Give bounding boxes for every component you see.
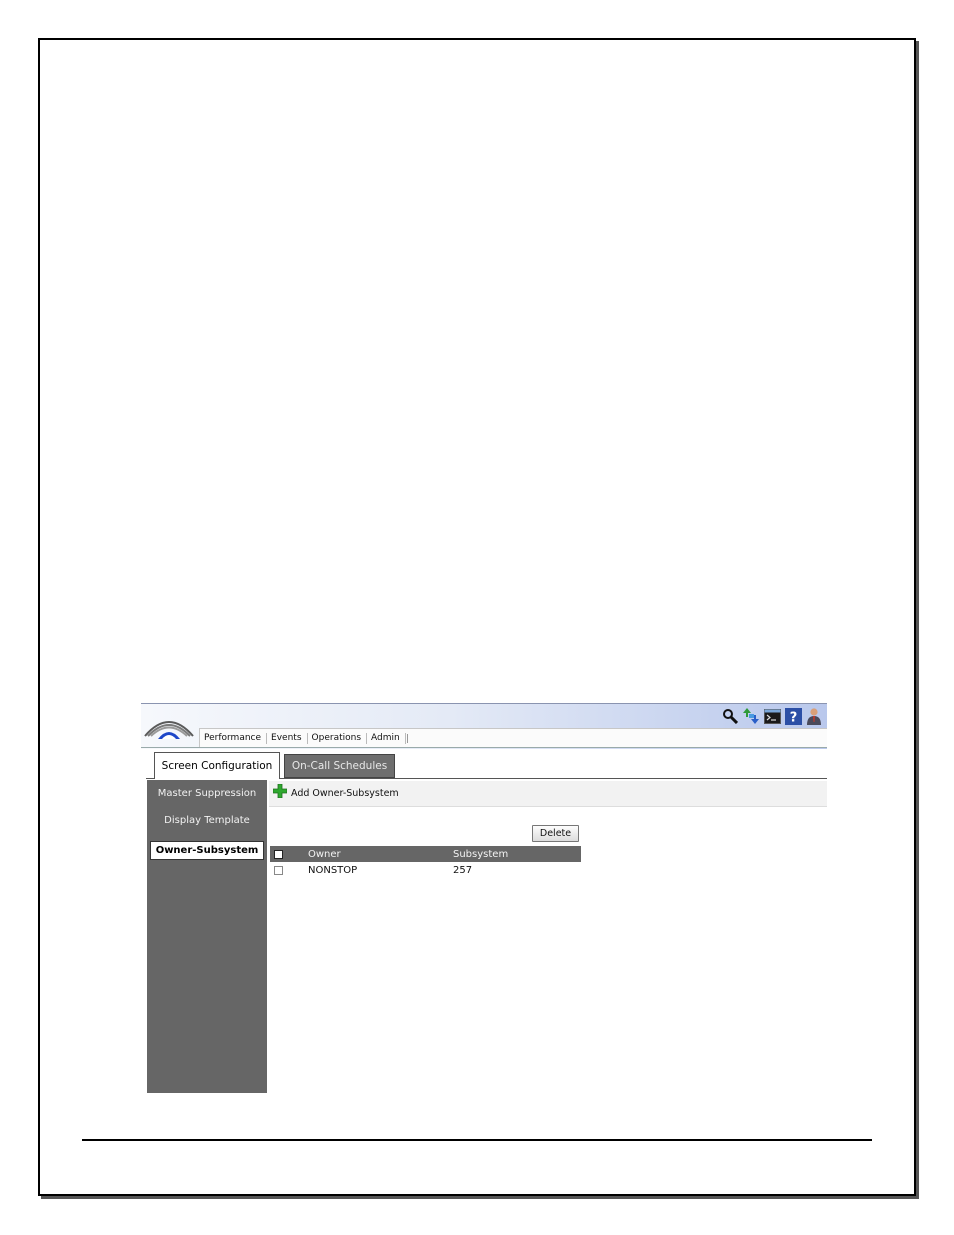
table-header-row: Owner Subsystem: [270, 846, 581, 862]
table-row: NONSTOP 257: [270, 862, 581, 879]
footer-rule: [82, 1139, 872, 1141]
sidebar-item-master-suppression[interactable]: Master Suppression: [147, 788, 267, 799]
tab-screen-configuration[interactable]: Screen Configuration: [154, 752, 280, 779]
content-toolbar: Add Owner-Subsystem: [269, 781, 827, 807]
user-icon[interactable]: [805, 707, 823, 725]
add-icon[interactable]: [273, 783, 287, 798]
row-checkbox[interactable]: [274, 866, 283, 875]
select-all-checkbox[interactable]: [274, 849, 283, 859]
help-icon[interactable]: ?: [784, 707, 802, 725]
sidebar-item-display-template[interactable]: Display Template: [147, 815, 267, 826]
logo-icon: [144, 721, 194, 739]
column-header-owner[interactable]: Owner: [308, 849, 341, 860]
menu-item-admin[interactable]: Admin: [367, 733, 406, 744]
search-icon[interactable]: [721, 707, 739, 725]
app-screenshot: ? Performance Events Operations Admin Sc…: [141, 703, 827, 1093]
owner-subsystem-table: Owner Subsystem NONSTOP 257: [270, 846, 581, 879]
sidebar-item-owner-subsystem[interactable]: Owner-Subsystem: [150, 841, 264, 860]
header-divider: [141, 747, 827, 748]
top-icon-bar: ?: [721, 706, 823, 726]
svg-text:?: ?: [789, 710, 797, 725]
terminal-icon[interactable]: [763, 707, 781, 725]
column-header-subsystem[interactable]: Subsystem: [453, 849, 508, 860]
sidebar: Master Suppression Display Template Owne…: [147, 780, 267, 1093]
menu-item-operations[interactable]: Operations: [308, 733, 368, 744]
cell-subsystem: 257: [453, 865, 473, 876]
menu-item-performance[interactable]: Performance: [200, 733, 268, 744]
tab-on-call-schedules[interactable]: On-Call Schedules: [284, 754, 395, 778]
refresh-arrows-icon[interactable]: [742, 707, 760, 725]
app-header: ? Performance Events Operations Admin: [141, 703, 827, 749]
main-menu-bar: Performance Events Operations Admin: [199, 728, 827, 748]
menu-item-events[interactable]: Events: [267, 733, 308, 744]
add-owner-subsystem-link[interactable]: Add Owner-Subsystem: [291, 788, 399, 799]
cell-owner: NONSTOP: [308, 865, 358, 876]
delete-button[interactable]: Delete: [532, 825, 579, 842]
menu-separator: [406, 734, 408, 743]
